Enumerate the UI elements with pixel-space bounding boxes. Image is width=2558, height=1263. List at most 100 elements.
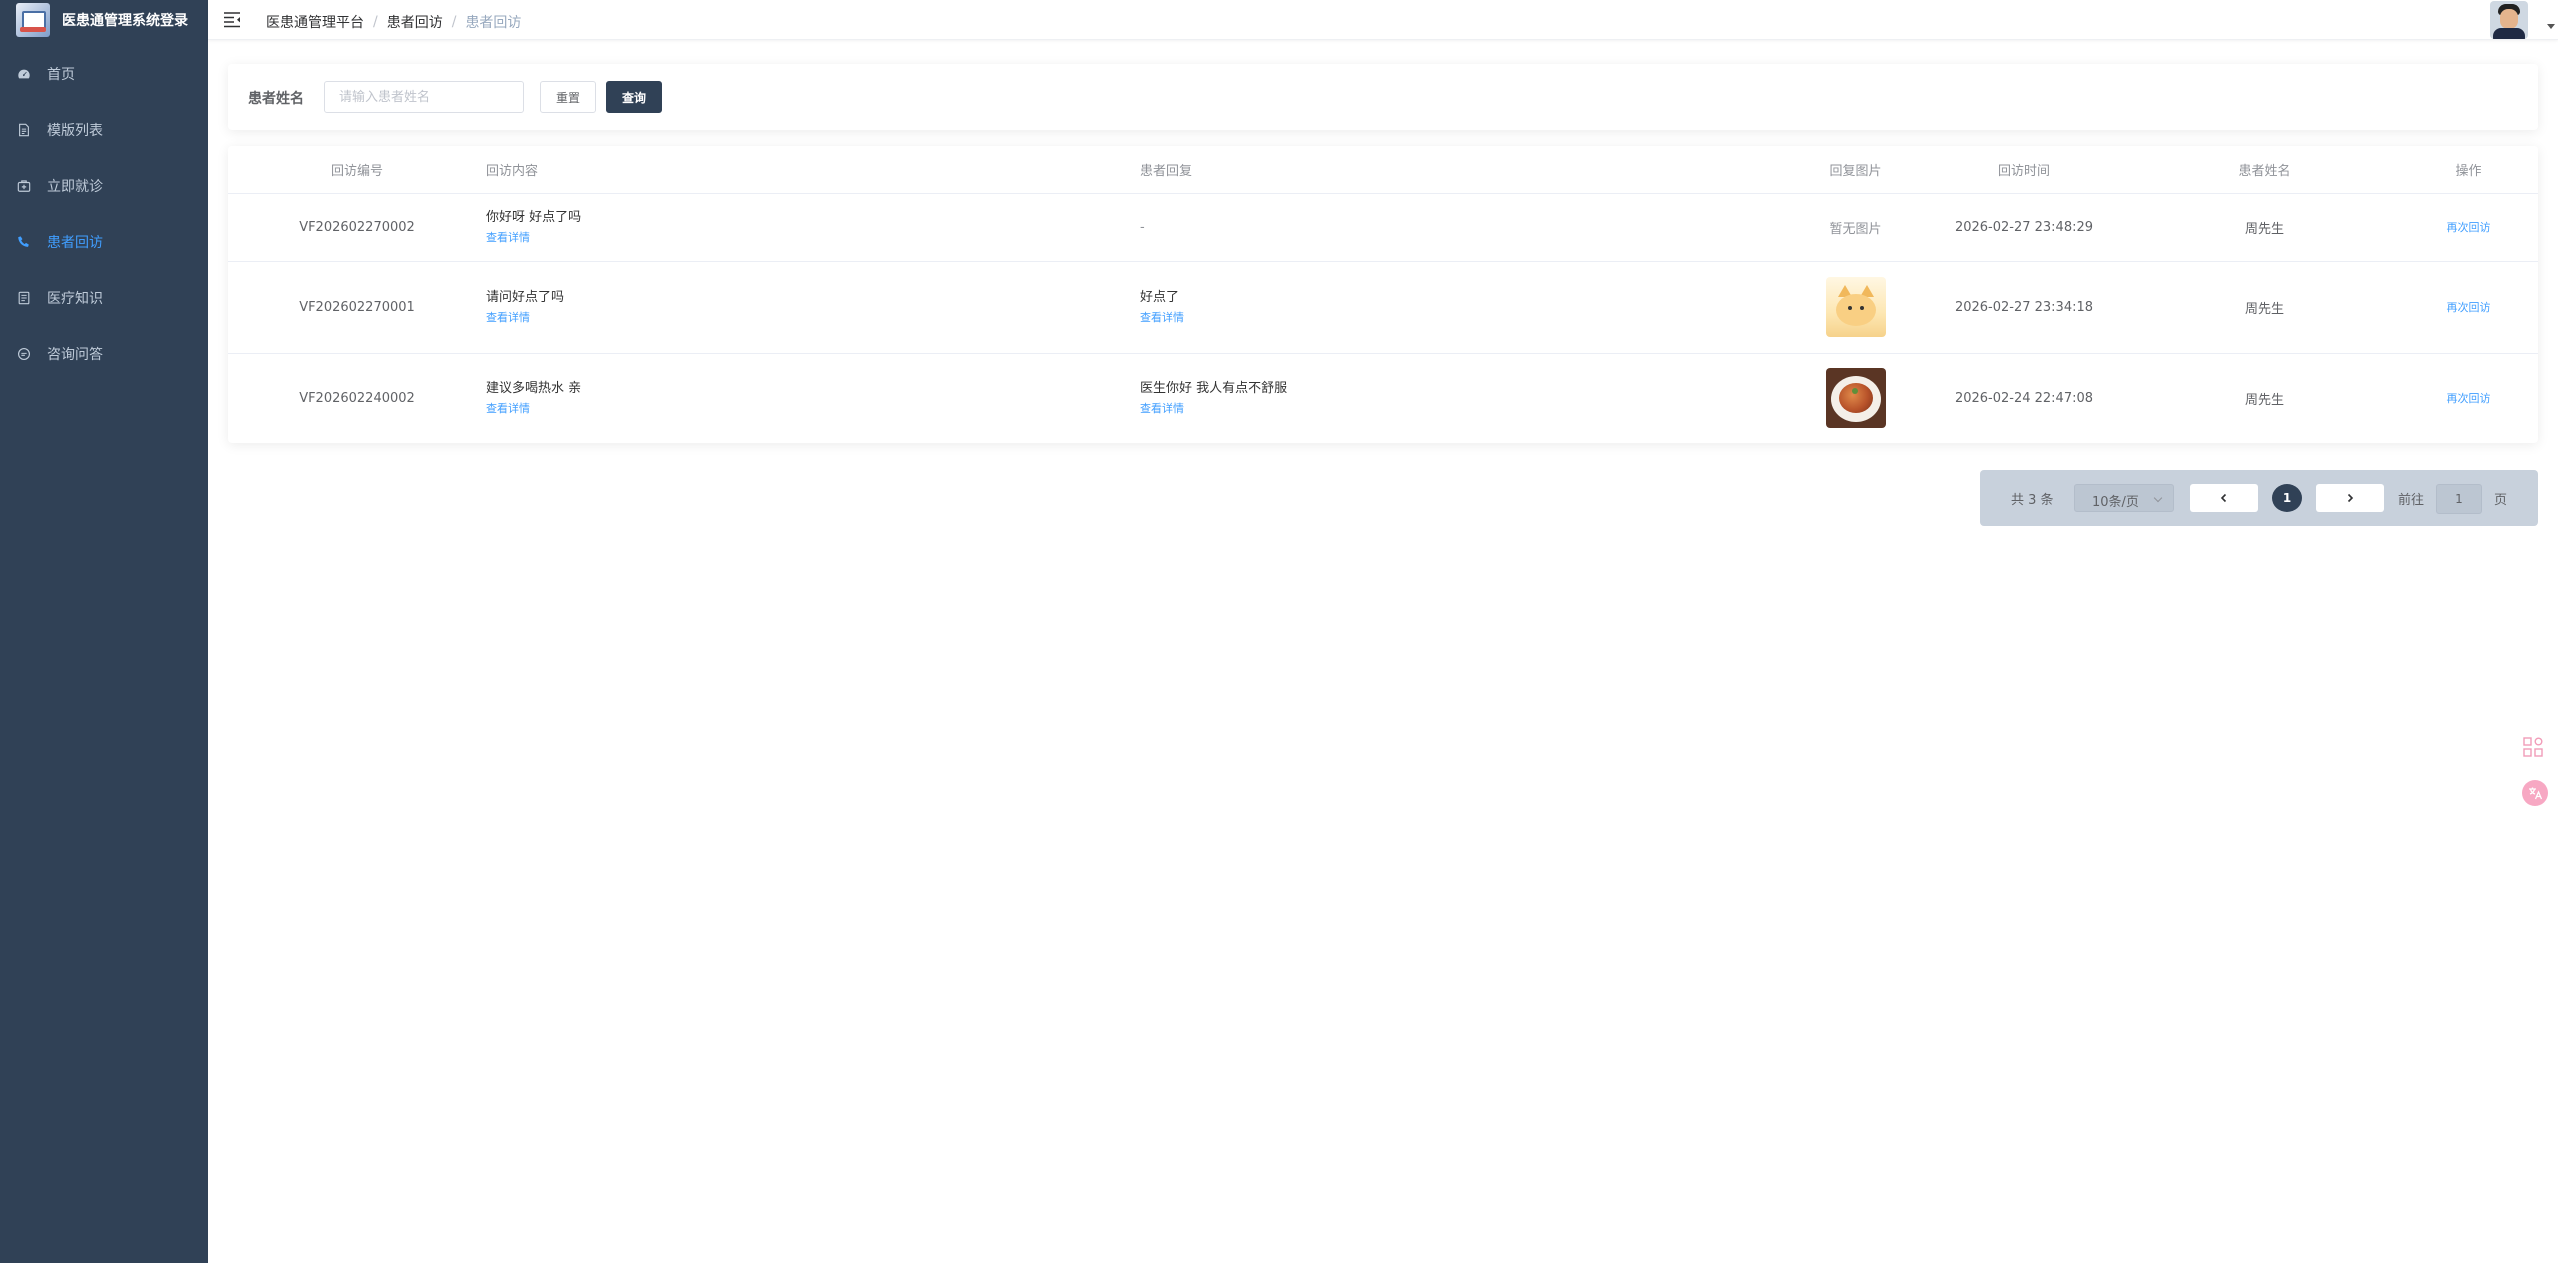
dashboard-icon [17,67,31,81]
content-text: 请问好点了吗 [486,289,565,305]
view-detail-link[interactable]: 查看详情 [1140,401,1184,417]
revisit-link[interactable]: 再次回访 [2447,392,2491,405]
view-detail-link[interactable]: 查看详情 [1140,310,1184,326]
breadcrumb: 医患通管理平台 / 患者回访 / 患者回访 [266,12,521,32]
reply-empty: - [1140,219,1145,235]
cell-patient-name: 周先生 [2130,261,2399,354]
no-image-text: 暂无图片 [1829,221,1882,237]
sidebar-item-label: 患者回访 [47,235,103,251]
app-title: 医患通管理系统登录 [62,13,188,29]
breadcrumb-item-current: 患者回访 [465,15,522,31]
menu-toggle-icon[interactable] [223,10,241,28]
page-number-current[interactable]: 1 [2272,484,2302,512]
goto-page-input[interactable] [2436,484,2482,514]
reply-text: 好点了 [1140,289,1180,305]
cell-reply: 医生你好 我人有点不舒服 查看详情 [1140,353,1793,443]
query-button[interactable]: 查询 [606,81,662,113]
breadcrumb-separator: / [373,14,378,30]
content-text: 建议多喝热水 亲 [486,380,582,396]
followup-table: 回访编号 回访内容 患者回复 回复图片 回访时间 患者姓名 操作 VF20260… [228,146,2538,443]
reply-text: 医生你好 我人有点不舒服 [1140,380,1288,396]
table-row: VF202602270002 你好呀 好点了吗 查看详情 - 暂无图片 2026… [228,193,2538,262]
patient-name-input[interactable] [324,81,524,113]
cell-action: 再次回访 [2399,261,2538,354]
table-header-row: 回访编号 回访内容 患者回复 回复图片 回访时间 患者姓名 操作 [228,146,2538,194]
cell-content: 你好呀 好点了吗 查看详情 [486,193,1140,262]
page-size-select[interactable]: 10条/页 [2074,484,2174,512]
app-logo-image [16,3,50,37]
chevron-left-icon [2220,493,2227,503]
pagination: 共 3 条 10条/页 1 前往 页 [1980,470,2538,526]
sidebar: 医患通管理系统登录 首页 模版列表 立即就诊 患者回访 医疗知识 咨询问答 [0,0,208,1263]
sidebar-item-consultation-qa[interactable]: 咨询问答 [0,326,208,382]
sidebar-item-label: 立即就诊 [47,179,103,195]
cell-time: 2026-02-24 22:47:08 [1954,390,2094,406]
cell-patient-name: 周先生 [2244,392,2284,408]
medical-case-icon [17,179,31,193]
page-suffix: 页 [2494,493,2508,508]
pagination-total: 共 3 条 [2011,493,2054,508]
cell-content: 建议多喝热水 亲 查看详情 [486,353,1140,443]
cell-image: 暂无图片 [1793,193,1918,262]
table-row: VF202602240002 建议多喝热水 亲 查看详情 医生你好 我人有点不舒… [228,353,2538,443]
reply-image-thumbnail[interactable] [1825,277,1886,337]
cell-id: VF202602270002 [228,193,486,262]
sidebar-item-home[interactable]: 首页 [0,46,208,102]
column-header-content: 回访内容 [486,146,1140,194]
page-size-value: 10条/页 [2092,495,2139,510]
cell-id: VF202602240002 [299,390,415,406]
table-row: VF202602270001 请问好点了吗 查看详情 好点了 查看详情 2026… [228,261,2538,354]
sidebar-menu: 首页 模版列表 立即就诊 患者回访 医疗知识 咨询问答 [0,46,208,382]
breadcrumb-item-platform[interactable]: 医患通管理平台 [266,12,364,32]
phone-icon [17,235,31,249]
chevron-right-icon [2347,493,2354,503]
top-navbar: 医患通管理平台 / 患者回访 / 患者回访 [208,0,2558,40]
content-text: 你好呀 好点了吗 [486,209,582,225]
app-logo-area[interactable]: 医患通管理系统登录 [0,0,208,40]
user-menu[interactable] [2488,0,2558,40]
cell-time: 2026-02-27 23:48:29 [1918,193,2130,262]
breadcrumb-separator: / [451,14,457,30]
reply-image-thumbnail[interactable] [1825,368,1886,429]
cell-time: 2026-02-27 23:34:18 [1918,261,2130,354]
reset-button[interactable]: 重置 [540,81,596,113]
sidebar-item-templates[interactable]: 模版列表 [0,102,208,158]
document-icon [17,123,31,137]
next-page-button[interactable] [2316,484,2384,512]
grid-widget-icon[interactable] [2522,736,2544,758]
column-header-patient-name: 患者姓名 [2130,146,2399,194]
sidebar-item-medical-knowledge[interactable]: 医疗知识 [0,270,208,326]
view-detail-link[interactable]: 查看详情 [486,310,530,326]
patient-name-label: 患者姓名 [248,91,304,107]
cell-patient-name: 周先生 [2130,193,2399,262]
sidebar-item-visit-now[interactable]: 立即就诊 [0,158,208,214]
column-header-time: 回访时间 [1918,146,2130,194]
revisit-link[interactable]: 再次回访 [2447,301,2491,314]
chevron-down-icon [2153,493,2163,503]
cell-action: 再次回访 [2399,193,2538,262]
sidebar-item-label: 咨询问答 [47,347,103,363]
sidebar-item-label: 模版列表 [47,123,103,139]
cell-reply: 好点了 查看详情 [1140,261,1793,354]
sidebar-item-patient-followup[interactable]: 患者回访 [0,214,208,270]
caret-down-icon[interactable] [2547,24,2555,29]
cell-image [1793,353,1918,443]
goto-label: 前往 [2398,493,2425,508]
avatar[interactable] [2490,1,2528,39]
sidebar-item-label: 首页 [47,67,75,83]
cell-content: 请问好点了吗 查看详情 [486,261,1140,354]
view-detail-link[interactable]: 查看详情 [486,230,530,246]
book-icon [17,291,31,305]
breadcrumb-item-followup[interactable]: 患者回访 [387,12,443,32]
cell-reply: - [1140,193,1793,262]
cell-image [1793,261,1918,354]
view-detail-link[interactable]: 查看详情 [486,401,530,417]
translate-widget-icon[interactable] [2522,780,2548,806]
chat-icon [17,347,31,361]
sidebar-item-label: 医疗知识 [47,291,103,307]
revisit-link[interactable]: 再次回访 [2447,221,2491,234]
search-form: 患者姓名 重置 查询 [228,64,2538,130]
prev-page-button[interactable] [2190,484,2258,512]
column-header-action: 操作 [2399,146,2538,194]
cell-id: VF202602270001 [228,261,486,354]
